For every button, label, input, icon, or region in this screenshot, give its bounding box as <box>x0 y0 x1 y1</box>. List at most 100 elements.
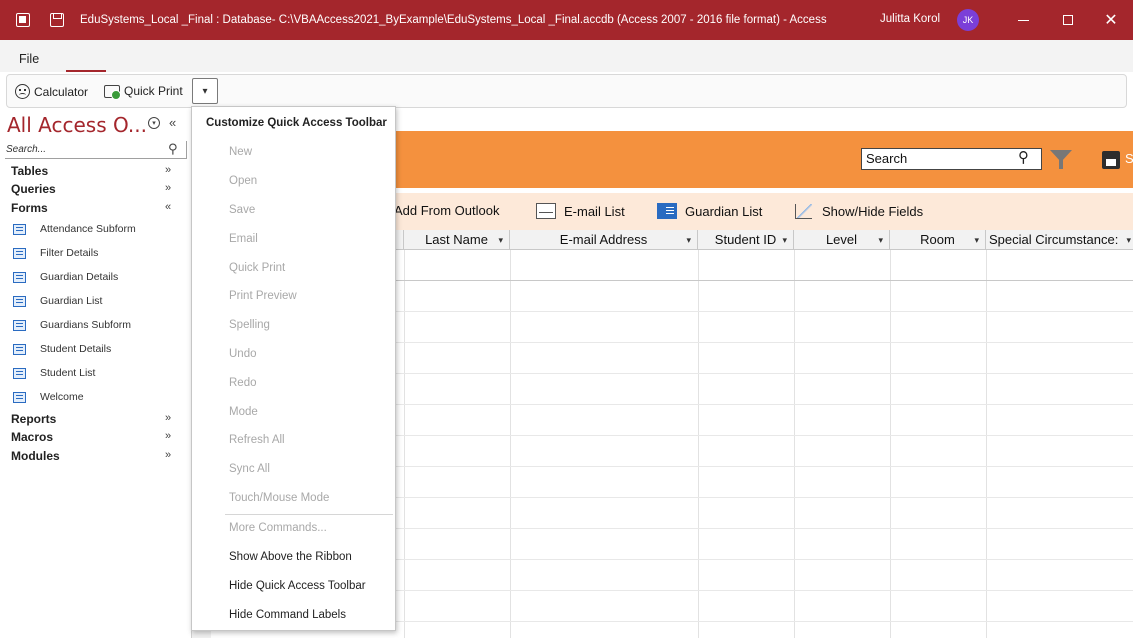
menu-item-hide-command-labels[interactable]: Hide Command Labels <box>229 609 346 621</box>
grid-column-line <box>986 250 987 638</box>
menu-item-save[interactable]: Save <box>229 204 255 216</box>
nav-group-queries[interactable]: Queries » <box>11 182 181 196</box>
column-header-label: Level <box>825 232 858 247</box>
menu-item-quick-print[interactable]: Quick Print <box>229 262 285 274</box>
form-icon <box>13 343 26 355</box>
save-icon[interactable] <box>1102 151 1120 169</box>
calculator-label: Calculator <box>34 84 89 99</box>
nav-item-form[interactable]: Guardians Subform <box>13 319 131 331</box>
search-icon[interactable]: ⚲ <box>1018 148 1029 166</box>
close-button[interactable]: ✕ <box>1091 0 1131 40</box>
menu-item-mode[interactable]: Mode <box>229 406 258 418</box>
column-header-level[interactable]: Level ▾ <box>794 230 890 250</box>
menu-item-print-preview[interactable]: Print Preview <box>229 290 297 302</box>
column-dropdown-icon[interactable]: ▾ <box>974 230 979 250</box>
column-header-label: Room <box>920 232 955 247</box>
nav-item-label: Student List <box>40 367 96 379</box>
collapse-chevron-icon: « <box>165 201 172 213</box>
nav-group-label: Modules <box>11 449 60 463</box>
form-search-input[interactable]: Search <box>861 148 1042 170</box>
user-name[interactable]: Julitta Korol <box>880 13 940 25</box>
maximize-button[interactable] <box>1048 0 1088 40</box>
tab-underline <box>66 70 106 72</box>
save-icon[interactable] <box>50 13 64 27</box>
nav-item-form[interactable]: Filter Details <box>13 247 98 259</box>
nav-group-forms[interactable]: Forms « <box>11 201 181 215</box>
show-hide-fields-button[interactable]: Show/Hide Fields <box>794 203 923 219</box>
email-list-label: E-mail List <box>564 203 625 219</box>
guardian-list-icon <box>657 203 677 219</box>
nav-item-form[interactable]: Attendance Subform <box>13 223 136 235</box>
column-dropdown-icon[interactable]: ▾ <box>1126 230 1131 250</box>
column-dropdown-icon[interactable]: ▾ <box>498 230 503 250</box>
access-app-icon[interactable] <box>16 13 30 27</box>
nav-item-form[interactable]: Guardian List <box>13 295 102 307</box>
nav-item-label: Filter Details <box>40 247 99 259</box>
menu-item-sync-all[interactable]: Sync All <box>229 463 270 475</box>
nav-menu-chevron-icon[interactable]: ▾ <box>148 117 160 129</box>
menu-item-more-commands[interactable]: More Commands... <box>229 522 327 534</box>
file-tab[interactable]: File <box>19 52 39 66</box>
nav-item-form[interactable]: Student List <box>13 367 95 379</box>
column-header-email[interactable]: E-mail Address ▾ <box>510 230 698 250</box>
column-header-student-id[interactable]: Student ID ▾ <box>698 230 794 250</box>
nav-search-input[interactable]: Search... <box>5 141 187 159</box>
nav-group-macros[interactable]: Macros » <box>11 430 181 444</box>
avatar[interactable]: JK <box>957 9 979 31</box>
menu-item-open[interactable]: Open <box>229 175 257 187</box>
column-header-label: Last Name <box>425 232 488 247</box>
add-from-outlook-button[interactable]: Add From Outlook <box>394 203 500 218</box>
nav-item-label: Guardian Details <box>40 271 119 283</box>
menu-item-undo[interactable]: Undo <box>229 348 257 360</box>
grid-column-line <box>404 250 405 638</box>
nav-pane-title[interactable]: All Access O... <box>7 113 147 137</box>
nav-item-form[interactable]: Student Details <box>13 343 111 355</box>
form-icon <box>13 367 26 379</box>
quick-print-button[interactable]: Quick Print <box>104 84 183 100</box>
column-header-label: Student ID <box>714 232 777 247</box>
column-dropdown-icon[interactable]: ▾ <box>878 230 883 250</box>
menu-item-redo[interactable]: Redo <box>229 377 257 389</box>
filter-icon-stem <box>1059 160 1063 169</box>
expand-chevron-icon: » <box>165 182 172 194</box>
column-header-room[interactable]: Room ▾ <box>890 230 986 250</box>
menu-item-show-above-ribbon[interactable]: Show Above the Ribbon <box>229 551 352 563</box>
menu-item-new[interactable]: New <box>229 146 252 158</box>
show-hide-fields-icon <box>794 203 814 219</box>
column-header-special-circumstances[interactable]: Special Circumstance: ▾ <box>986 230 1133 250</box>
shutter-bar-collapse-icon[interactable]: « <box>169 115 176 130</box>
menu-item-spelling[interactable]: Spelling <box>229 319 270 331</box>
menu-item-hide-qat[interactable]: Hide Quick Access Toolbar <box>229 580 366 592</box>
grid-column-line <box>698 250 699 638</box>
nav-item-label: Guardian List <box>40 295 103 307</box>
nav-item-form[interactable]: Guardian Details <box>13 271 118 283</box>
customize-qat-dropdown-button[interactable]: ▾ <box>192 78 218 104</box>
form-icon <box>13 271 26 283</box>
email-list-button[interactable]: E-mail List <box>536 203 625 219</box>
column-dropdown-icon[interactable]: ▾ <box>686 230 691 250</box>
column-dropdown-icon[interactable]: ▾ <box>782 230 787 250</box>
nav-group-modules[interactable]: Modules » <box>11 449 181 463</box>
form-icon <box>13 295 26 307</box>
navigation-pane: All Access O... ▾ « Search... ⚲ Tables »… <box>0 109 191 638</box>
calculator-button[interactable]: Calculator <box>15 84 88 99</box>
form-icon <box>13 223 26 235</box>
nav-item-form[interactable]: Welcome <box>13 391 84 403</box>
guardian-list-button[interactable]: Guardian List <box>657 203 762 219</box>
menu-item-refresh-all[interactable]: Refresh All <box>229 434 285 446</box>
quick-print-label: Quick Print <box>124 84 183 98</box>
nav-group-reports[interactable]: Reports » <box>11 412 181 426</box>
guardian-list-label: Guardian List <box>685 203 763 219</box>
maximize-icon <box>1063 15 1073 25</box>
menu-item-touch-mouse-mode[interactable]: Touch/Mouse Mode <box>229 492 329 504</box>
nav-group-tables[interactable]: Tables » <box>11 164 181 178</box>
expand-chevron-icon: » <box>165 449 172 461</box>
search-icon[interactable]: ⚲ <box>168 141 178 157</box>
form-icon <box>13 319 26 331</box>
column-header-last-name[interactable]: Last Name ▾ <box>404 230 510 250</box>
show-hide-fields-label: Show/Hide Fields <box>822 203 924 219</box>
menu-item-email[interactable]: Email <box>229 233 258 245</box>
minimize-button[interactable] <box>1003 0 1043 40</box>
calculator-icon <box>15 84 30 99</box>
nav-group-label: Tables <box>11 164 49 178</box>
